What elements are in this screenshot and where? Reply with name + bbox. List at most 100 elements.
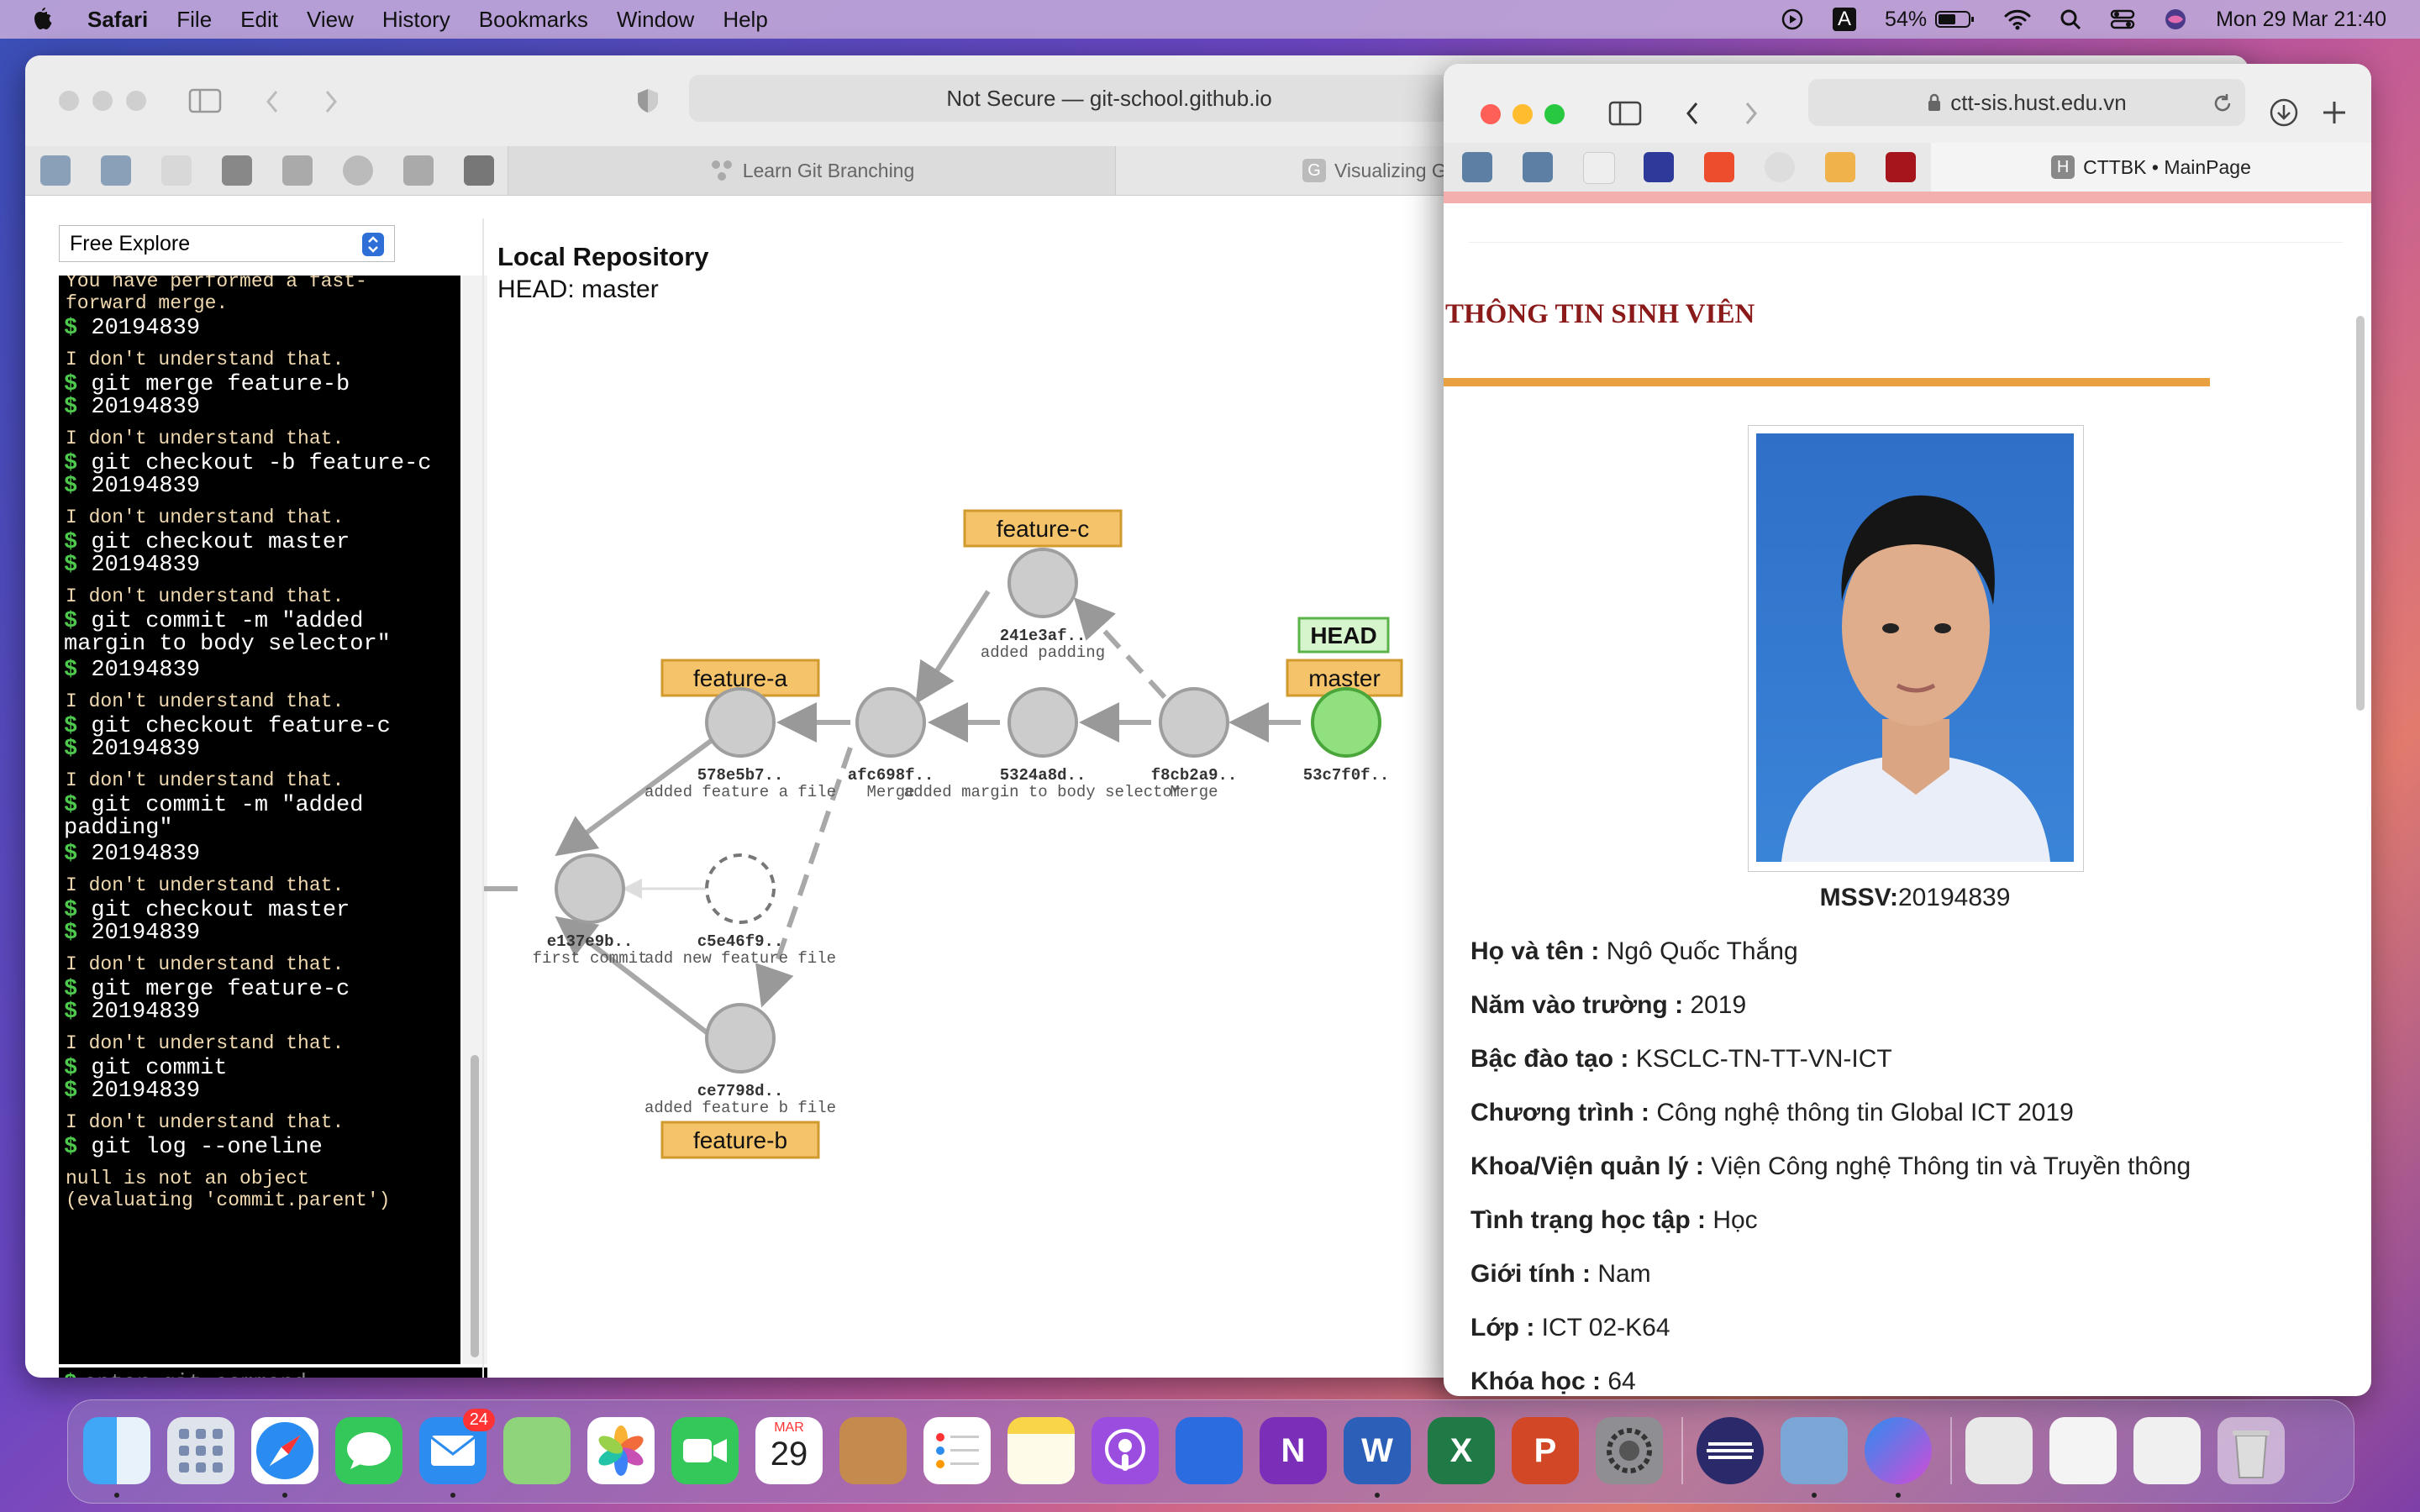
facetime-icon[interactable] <box>671 1417 739 1484</box>
close-button[interactable] <box>59 91 79 111</box>
input-source-icon[interactable]: A <box>1833 8 1857 31</box>
tab-visualizing-git[interactable]: G Visualizing G <box>1302 146 1447 195</box>
messenger-icon[interactable] <box>1865 1417 1932 1484</box>
preview-icon[interactable] <box>1781 1417 1848 1484</box>
terminal-console[interactable]: You have performed a fast-forward merge.… <box>59 276 460 1364</box>
menu-app-safari[interactable]: Safari <box>87 7 148 33</box>
tab-cttbk-mainpage[interactable]: H CTTBK • MainPage <box>1931 143 2371 192</box>
commit-node-241e3af[interactable] <box>1007 548 1078 618</box>
bookmark-icon-7[interactable] <box>403 155 434 186</box>
bookmark-icon-5[interactable] <box>1704 152 1734 182</box>
minimize-button[interactable] <box>92 91 113 111</box>
address-bar[interactable]: Not Secure — git-school.github.io <box>689 75 1529 122</box>
close-button[interactable] <box>1481 104 1501 124</box>
bookmark-icon-2[interactable] <box>1523 152 1553 182</box>
bookmark-icon-3[interactable] <box>1583 152 1615 184</box>
notes-icon[interactable] <box>1007 1417 1075 1484</box>
tab-learn-git-branching[interactable]: Learn Git Branching <box>508 146 1116 195</box>
trash-icon[interactable] <box>2217 1417 2285 1484</box>
bookmark-icon-5[interactable] <box>282 155 313 186</box>
contacts-icon[interactable] <box>839 1417 907 1484</box>
menu-view[interactable]: View <box>307 7 354 33</box>
powerpoint-icon[interactable]: P <box>1512 1417 1579 1484</box>
commit-node-afc698f[interactable] <box>855 687 926 758</box>
bookmark-icon-1[interactable] <box>1462 152 1492 182</box>
bookmark-icon-2[interactable] <box>101 155 131 186</box>
menu-bookmarks[interactable]: Bookmarks <box>479 7 588 33</box>
bookmark-icon-4[interactable] <box>1644 152 1674 182</box>
maps-icon[interactable] <box>503 1417 571 1484</box>
commit-node-e137e9b[interactable] <box>555 853 625 924</box>
reminders-icon[interactable] <box>923 1417 991 1484</box>
console-command: $ 20194839 <box>59 659 460 682</box>
commit-node-578e5b7[interactable] <box>705 687 776 758</box>
info-value: Viện Công nghệ Thông tin và Truyền thông <box>1711 1152 2191 1180</box>
downloads-icon[interactable] <box>2269 97 2299 128</box>
siri-icon[interactable] <box>2164 8 2187 31</box>
sidebar-toggle-icon[interactable] <box>1608 100 1642 127</box>
menu-file[interactable]: File <box>176 7 212 33</box>
privacy-shield-icon[interactable] <box>635 87 660 114</box>
bookmark-icon-6[interactable] <box>343 155 373 186</box>
launchpad-icon[interactable] <box>167 1417 234 1484</box>
console-text: 20194839 <box>91 842 201 867</box>
battery-icon[interactable] <box>1935 9 1975 29</box>
reload-icon[interactable] <box>2212 92 2233 114</box>
commit-node-c5e46f9[interactable] <box>705 853 776 924</box>
zoom-button[interactable] <box>126 91 146 111</box>
messages-icon[interactable] <box>335 1417 402 1484</box>
onenote-icon[interactable]: N <box>1260 1417 1327 1484</box>
recent-document-2-icon[interactable] <box>2049 1417 2117 1484</box>
bookmark-icon-8[interactable] <box>1886 152 1916 182</box>
menu-window[interactable]: Window <box>617 7 694 33</box>
status-items: A 54% Mon 29 Mar 21:40 <box>1781 0 2386 39</box>
eclipse-icon[interactable] <box>1697 1417 1764 1484</box>
bookmark-icon-6[interactable] <box>1765 152 1795 182</box>
photos-icon[interactable] <box>587 1417 655 1484</box>
menu-help[interactable]: Help <box>723 7 767 33</box>
level-select-dropdown[interactable]: Free Explore <box>59 225 395 262</box>
back-chevron-icon[interactable] <box>1684 101 1701 126</box>
podcasts-icon[interactable] <box>1092 1417 1159 1484</box>
address-bar[interactable]: ctt-sis.hust.edu.vn <box>1808 79 2245 126</box>
system-preferences-icon[interactable] <box>1596 1417 1663 1484</box>
recent-document-3-icon[interactable] <box>2133 1417 2201 1484</box>
finder-icon[interactable] <box>83 1417 150 1484</box>
commit-node-53c7f0f[interactable] <box>1311 687 1381 758</box>
sidebar-toggle-icon[interactable] <box>188 87 222 114</box>
commit-node-f8cb2a9[interactable] <box>1159 687 1229 758</box>
bookmark-icon-1[interactable] <box>40 155 71 186</box>
keynote-icon[interactable] <box>1176 1417 1243 1484</box>
calendar-icon[interactable]: MAR 29 <box>755 1417 823 1484</box>
minimize-button[interactable] <box>1512 104 1533 124</box>
console-scroll-thumb[interactable] <box>471 1055 479 1357</box>
menu-edit[interactable]: Edit <box>240 7 278 33</box>
forward-chevron-icon[interactable] <box>323 89 339 114</box>
zoom-button[interactable] <box>1544 104 1565 124</box>
excel-icon[interactable]: X <box>1428 1417 1495 1484</box>
bookmark-icon-4[interactable] <box>222 155 252 186</box>
bookmark-icon-3[interactable] <box>161 155 192 186</box>
git-command-input[interactable]: $ enter git command <box>59 1368 487 1378</box>
commit-node-5324a8d[interactable] <box>1007 687 1078 758</box>
forward-chevron-icon[interactable] <box>1743 101 1760 126</box>
spotlight-search-icon[interactable] <box>2060 8 2081 30</box>
play-circle-icon[interactable] <box>1781 8 1804 31</box>
new-tab-plus-icon[interactable] <box>2321 99 2348 126</box>
control-center-icon[interactable] <box>2110 8 2135 30</box>
recent-document-1-icon[interactable] <box>1965 1417 2033 1484</box>
page-scrollbar[interactable] <box>2356 316 2365 711</box>
back-chevron-icon[interactable] <box>264 89 281 114</box>
bookmark-icon-7[interactable] <box>1825 152 1855 182</box>
console-command: $ git merge feature-b <box>59 374 460 396</box>
mail-icon[interactable]: 24 <box>419 1409 495 1484</box>
bookmark-icon-8[interactable] <box>464 155 494 186</box>
safari-icon[interactable] <box>251 1417 318 1484</box>
apple-logo-icon[interactable] <box>32 7 54 32</box>
word-icon[interactable]: W <box>1344 1417 1411 1484</box>
commit-node-ce7798d[interactable] <box>705 1003 776 1074</box>
menu-clock[interactable]: Mon 29 Mar 21:40 <box>2216 8 2386 32</box>
menu-history[interactable]: History <box>382 7 450 33</box>
info-label: Họ và tên : <box>1470 937 1600 965</box>
wifi-icon[interactable] <box>2004 8 2031 30</box>
